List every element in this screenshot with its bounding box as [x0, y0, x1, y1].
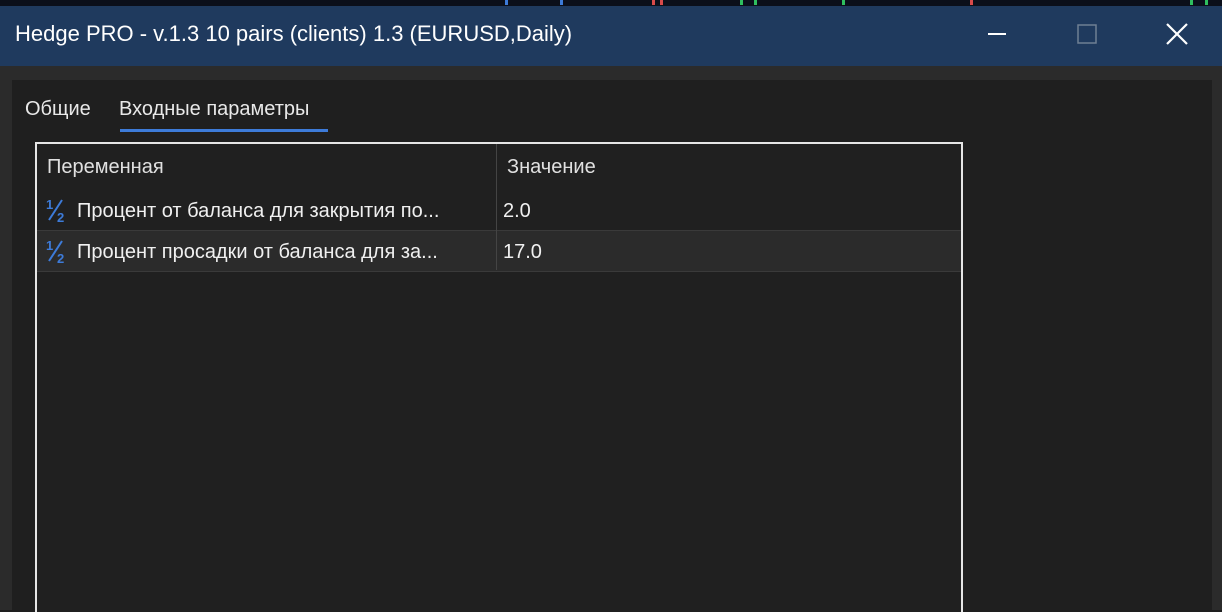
close-button[interactable]	[1132, 6, 1222, 62]
title-bar[interactable]: Hedge PRO - v.1.3 10 pairs (clients) 1.3…	[0, 6, 1222, 66]
minimize-icon	[988, 33, 1006, 35]
maximize-icon	[1077, 24, 1097, 44]
table-header: Переменная Значение	[37, 144, 961, 190]
svg-text:1: 1	[46, 238, 53, 253]
active-tab-indicator	[120, 129, 328, 132]
parameter-value[interactable]: 2.0	[503, 200, 531, 223]
parameter-value[interactable]: 17.0	[503, 241, 542, 264]
column-header-variable[interactable]: Переменная	[47, 156, 164, 179]
half-fraction-icon: 1 2	[46, 238, 64, 265]
dialog-body: Общие Входные параметры Переменная Значе…	[0, 66, 1222, 612]
maximize-button[interactable]	[1042, 6, 1132, 62]
column-separator[interactable]	[496, 144, 497, 270]
minimize-button[interactable]	[952, 6, 1042, 62]
table-row[interactable]: 1 2 Процент от баланса для закрытия по..…	[37, 190, 961, 231]
window-title: Hedge PRO - v.1.3 10 pairs (clients) 1.3…	[15, 21, 573, 46]
tab-input-parameters[interactable]: Входные параметры	[119, 98, 309, 121]
parameter-name: Процент от баланса для закрытия по...	[77, 200, 440, 222]
column-header-value[interactable]: Значение	[507, 156, 596, 179]
parameter-name: Процент просадки от баланса для за...	[77, 241, 438, 263]
properties-panel: Общие Входные параметры Переменная Значе…	[12, 80, 1212, 612]
table-row[interactable]: 1 2 Процент просадки от баланса для за..…	[37, 231, 961, 272]
tab-general[interactable]: Общие	[25, 98, 91, 121]
svg-text:2: 2	[57, 251, 64, 265]
close-icon	[1166, 23, 1188, 45]
half-fraction-icon: 1 2	[46, 197, 64, 224]
svg-text:2: 2	[57, 210, 64, 224]
parameters-table: Переменная Значение 1 2 Процент от балан…	[35, 142, 963, 612]
svg-text:1: 1	[46, 197, 53, 212]
